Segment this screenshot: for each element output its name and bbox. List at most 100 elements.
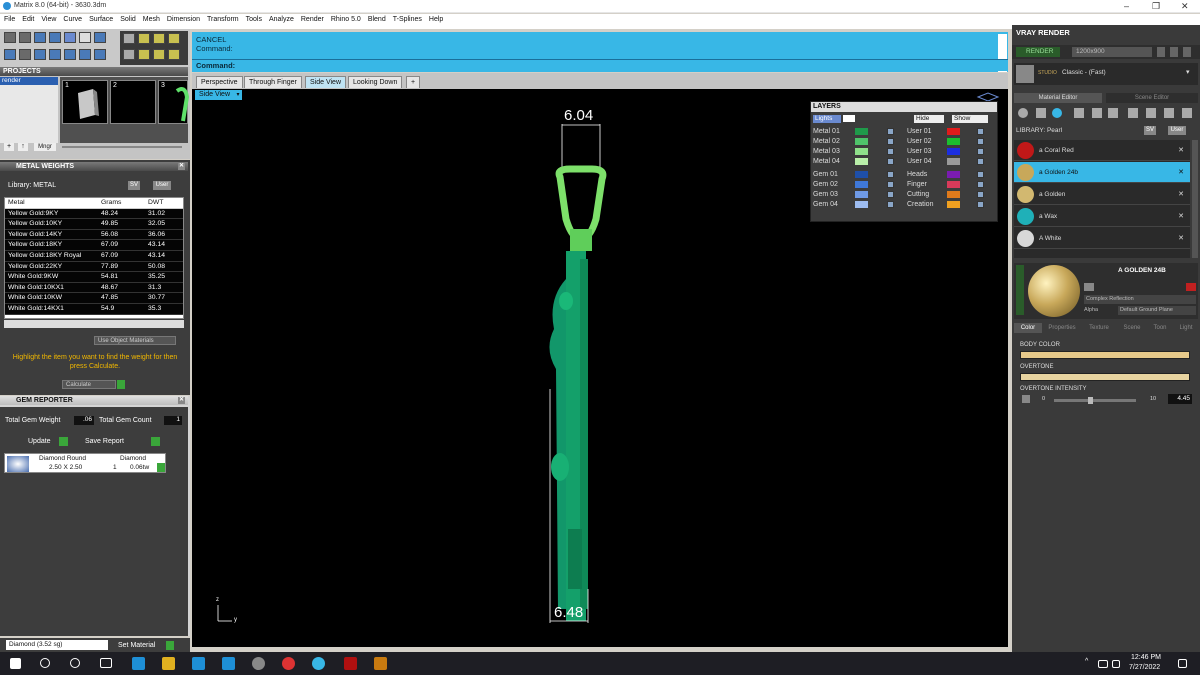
project-thumb-1[interactable]: 1 bbox=[62, 80, 108, 124]
light-mat-icon[interactable] bbox=[1182, 108, 1192, 118]
sphere-mat-icon[interactable] bbox=[1052, 108, 1062, 118]
layer-row-cutting[interactable]: Cutting bbox=[907, 190, 984, 199]
material-list-scrollbar[interactable] bbox=[1192, 140, 1198, 258]
block-tool-icon[interactable] bbox=[34, 49, 46, 60]
save-report-button[interactable]: Save Report bbox=[85, 438, 124, 445]
cortana-icon[interactable] bbox=[70, 658, 80, 668]
table-row[interactable]: Yellow Gold:10KY 49.85 32.05 bbox=[5, 219, 183, 230]
remove-material-icon[interactable]: ✕ bbox=[1178, 234, 1184, 242]
chrome-icon[interactable] bbox=[282, 657, 295, 670]
tab-material-editor[interactable]: Material Editor bbox=[1014, 93, 1102, 103]
close-metal-weights-icon[interactable]: ✕ bbox=[178, 163, 185, 170]
project-thumb-3[interactable]: 3 bbox=[158, 80, 190, 124]
stripes-mat-icon[interactable] bbox=[1092, 108, 1102, 118]
layer-row-creation[interactable]: Creation bbox=[907, 200, 984, 209]
list-item-selected[interactable]: a Golden 24b ✕ bbox=[1014, 162, 1190, 183]
table-row[interactable]: White Gold:10KW 47.85 30.77 bbox=[5, 293, 183, 304]
grid-tool-icon[interactable] bbox=[4, 49, 16, 60]
update-button[interactable]: Update bbox=[28, 438, 51, 445]
table-row[interactable]: Yellow Gold:18KY Royal 67.09 43.14 bbox=[5, 250, 183, 262]
metal-sv-button[interactable]: SV bbox=[128, 181, 140, 190]
matrix-app-icon[interactable] bbox=[252, 657, 265, 670]
menu-curve[interactable]: Curve bbox=[59, 14, 85, 23]
layer-row-metal-03[interactable]: Metal 03 bbox=[813, 147, 894, 156]
save-report-go-icon[interactable] bbox=[151, 437, 160, 446]
table-horizontal-scrollbar[interactable] bbox=[4, 320, 184, 328]
vray-app-icon[interactable] bbox=[312, 657, 325, 670]
drop-tool-icon[interactable] bbox=[1018, 108, 1028, 118]
tree-item-render[interactable]: render bbox=[0, 77, 58, 85]
menu-blend[interactable]: Blend bbox=[364, 14, 389, 23]
tab-perspective[interactable]: Perspective bbox=[196, 76, 243, 88]
reflection-select[interactable]: Complex Reflection bbox=[1084, 295, 1196, 304]
render-tool-icon[interactable] bbox=[94, 49, 106, 60]
maximize-button[interactable]: ❐ bbox=[1152, 1, 1160, 12]
remove-material-icon[interactable]: ✕ bbox=[1178, 212, 1184, 220]
red-app-icon[interactable] bbox=[344, 657, 357, 670]
search-icon[interactable] bbox=[40, 658, 50, 668]
show-button[interactable]: Show bbox=[952, 115, 988, 123]
layer-row-gem-03[interactable]: Gem 03 bbox=[813, 190, 894, 199]
clock-time[interactable]: 12:46 PM bbox=[1131, 654, 1161, 661]
close-button[interactable]: ✕ bbox=[1181, 1, 1189, 12]
menu-file[interactable]: File bbox=[0, 14, 18, 23]
paste-tool-icon[interactable] bbox=[168, 33, 180, 44]
set-material-go-icon[interactable] bbox=[166, 641, 174, 650]
render-save-icon[interactable] bbox=[1170, 47, 1178, 57]
zoom-tool-icon[interactable] bbox=[19, 32, 31, 43]
table-row[interactable]: White Gold:10KX1 48.67 31.3 bbox=[5, 282, 183, 294]
tab-color[interactable]: Color bbox=[1014, 323, 1042, 333]
overtone-slider[interactable] bbox=[1020, 373, 1190, 381]
table-row[interactable]: White Gold:9KW 54.81 35.25 bbox=[5, 272, 183, 283]
preset-row[interactable]: STUDIO Classic - (Fast) ▾ bbox=[1014, 63, 1198, 85]
update-go-icon[interactable] bbox=[59, 437, 68, 446]
edge-icon[interactable] bbox=[132, 657, 145, 670]
metal-user-button[interactable]: User bbox=[153, 181, 171, 190]
layer-row-user-02[interactable]: User 02 bbox=[907, 137, 984, 146]
layer-row-gem-01[interactable]: Gem 01 bbox=[813, 170, 894, 179]
menu-solid[interactable]: Solid bbox=[116, 14, 139, 23]
gem-tool-icon[interactable] bbox=[94, 32, 106, 43]
tab-scene[interactable]: Scene bbox=[1118, 323, 1146, 333]
render-button[interactable]: RENDER bbox=[1016, 47, 1060, 57]
snap-tool-icon[interactable] bbox=[19, 49, 31, 60]
menu-analyze[interactable]: Analyze bbox=[265, 14, 297, 23]
layer-row-gem-02[interactable]: Gem 02 bbox=[813, 180, 894, 189]
remove-material-icon[interactable]: ✕ bbox=[1178, 168, 1184, 176]
file-explorer-icon[interactable] bbox=[162, 657, 175, 670]
use-object-materials-select[interactable]: Use Object Materials bbox=[94, 336, 176, 345]
view-tool-icon[interactable] bbox=[34, 32, 46, 43]
bend-tool-icon[interactable] bbox=[123, 49, 135, 60]
funnel-tool-icon[interactable] bbox=[64, 49, 76, 60]
projects-slider[interactable] bbox=[62, 146, 182, 148]
clock-date[interactable]: 7/27/2022 bbox=[1129, 664, 1160, 671]
remove-material-icon[interactable]: ✕ bbox=[1178, 190, 1184, 198]
material-select[interactable]: Diamond (3.52 sg) bbox=[6, 640, 108, 650]
table-row[interactable]: Yellow Gold:18KY 67.09 43.14 bbox=[5, 240, 183, 251]
menu-edit[interactable]: Edit bbox=[18, 14, 37, 23]
render-grid-icon[interactable] bbox=[1183, 47, 1191, 57]
tree-mat-icon[interactable] bbox=[1146, 108, 1156, 118]
intensity-slider[interactable] bbox=[1054, 397, 1136, 404]
preview-collapse-icon[interactable] bbox=[1016, 265, 1024, 315]
menu-mesh[interactable]: Mesh bbox=[139, 14, 163, 23]
scale-tool-icon[interactable] bbox=[153, 49, 165, 60]
table-row[interactable]: Yellow Gold:22KY 77.89 50.08 bbox=[5, 261, 183, 273]
add-tab-button[interactable]: + bbox=[406, 76, 421, 88]
layer-row-finger[interactable]: Finger bbox=[907, 180, 984, 189]
tab-looking-down[interactable]: Looking Down bbox=[348, 76, 403, 88]
store-icon[interactable] bbox=[192, 657, 205, 670]
tab-through-finger[interactable]: Through Finger bbox=[244, 76, 302, 88]
manager-button[interactable]: Mngr bbox=[34, 143, 56, 151]
command-line[interactable]: Command: bbox=[192, 59, 1008, 71]
lights-button[interactable]: Lights bbox=[813, 115, 841, 123]
menu-tsplines[interactable]: T-Splines bbox=[389, 14, 425, 23]
windows-start-icon[interactable] bbox=[10, 658, 21, 669]
resolution-field[interactable]: 1200x900 bbox=[1072, 47, 1152, 57]
menu-view[interactable]: View bbox=[37, 14, 59, 23]
paint-mat-icon[interactable] bbox=[1164, 108, 1174, 118]
layer-tool-icon[interactable] bbox=[64, 32, 76, 43]
array-tool-icon[interactable] bbox=[138, 33, 150, 44]
layer-row-heads[interactable]: Heads bbox=[907, 170, 984, 179]
menu-help[interactable]: Help bbox=[425, 14, 446, 23]
